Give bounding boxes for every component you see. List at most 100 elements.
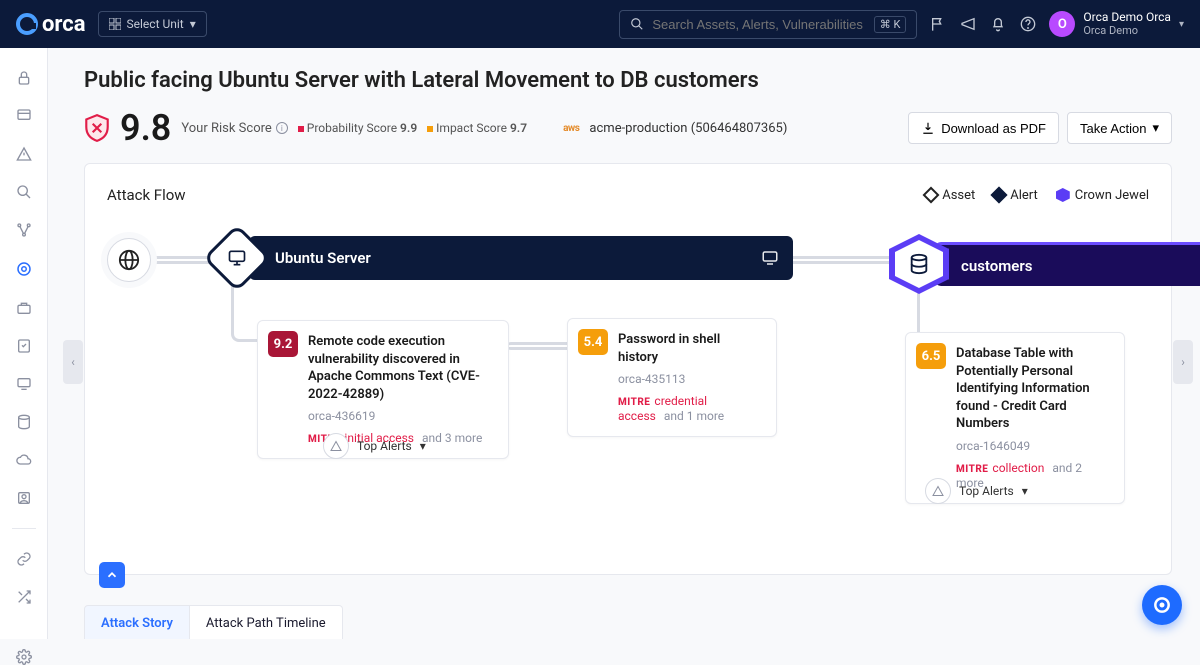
alert-card-password[interactable]: 5.4 Password in shell history orca-43511… [567, 318, 777, 437]
attack-flow-panel: ‹ › Attack Flow Asset Alert Crown Jewel [84, 163, 1172, 575]
aws-icon: aws [563, 123, 579, 134]
settings-icon[interactable] [14, 649, 34, 665]
search-input[interactable] [652, 17, 865, 32]
lock-icon[interactable] [14, 70, 34, 86]
select-unit-dropdown[interactable]: Select Unit ▾ [98, 11, 207, 37]
asset-label: Ubuntu Server [275, 249, 371, 267]
attack-path-icon[interactable] [14, 260, 34, 278]
announce-icon[interactable] [959, 15, 977, 33]
impact-value: 9.7 [510, 121, 527, 135]
user-menu[interactable]: O Orca Demo Orca Orca Demo ▾ [1049, 11, 1184, 37]
connector [787, 256, 897, 264]
cloud-icon[interactable] [14, 452, 34, 468]
asset-label: customers [961, 257, 1032, 275]
mitre-badge: MITRE [956, 464, 988, 475]
asset-node-ubuntu[interactable]: Ubuntu Server [213, 234, 793, 282]
briefcase-icon[interactable] [14, 300, 34, 316]
internet-node[interactable] [107, 238, 151, 282]
user-name: Orca Demo Orca [1083, 11, 1171, 24]
brand-text: orca [42, 12, 86, 37]
asset-legend-label: Asset [942, 188, 975, 203]
database-icon [908, 253, 930, 275]
download-pdf-label: Download as PDF [941, 121, 1046, 136]
globe-icon [118, 249, 140, 271]
account-label: acme-production (506464807365) [589, 121, 787, 136]
risk-score-label: Your Risk Score [181, 121, 271, 136]
severity-badge: 6.5 [916, 343, 946, 369]
alert-id: orca-436619 [308, 409, 494, 423]
top-alerts-toggle[interactable]: Top Alerts▾ [323, 433, 426, 459]
alert-title: Password in shell history [618, 331, 762, 366]
info-icon[interactable]: i [276, 122, 288, 134]
graph-icon[interactable] [14, 222, 34, 238]
alert-title: Database Table with Potentially Personal… [956, 345, 1110, 433]
chevron-down-icon: ▾ [190, 17, 196, 31]
logo-icon [16, 13, 38, 35]
top-header: orca Select Unit ▾ ⌘ K O Orca Demo Orca … [0, 0, 1200, 48]
logo[interactable]: orca [16, 12, 86, 37]
grid-icon [109, 18, 121, 30]
alert-id: orca-435113 [618, 372, 762, 386]
help-icon[interactable] [1019, 15, 1037, 33]
alert-legend-icon [991, 187, 1008, 204]
prob-value: 9.9 [400, 121, 417, 135]
shuffle-icon[interactable] [14, 589, 34, 605]
alert-title: Remote code execution vulnerability disc… [308, 333, 494, 403]
take-action-label: Take Action [1080, 121, 1147, 136]
flow-prev-button[interactable]: ‹ [63, 340, 83, 384]
global-search[interactable]: ⌘ K [619, 10, 917, 39]
checklist-icon[interactable] [14, 338, 34, 354]
download-icon [921, 121, 935, 135]
left-sidebar [0, 48, 48, 639]
flow-canvas: Ubuntu Server 9.2 Remote code execution … [107, 234, 1149, 534]
user-box-icon[interactable] [14, 490, 34, 506]
top-alerts-toggle[interactable]: Top Alerts▾ [925, 478, 1028, 504]
mitre-badge: MITRE [618, 397, 650, 408]
alert-triangle-icon [932, 485, 944, 497]
avatar-initial: O [1058, 17, 1067, 32]
server-icon [227, 248, 247, 268]
download-pdf-button[interactable]: Download as PDF [908, 112, 1059, 144]
panel-collapse-button[interactable] [99, 562, 125, 588]
monitor-icon[interactable] [14, 376, 34, 392]
select-unit-label: Select Unit [127, 17, 184, 31]
search-icon [630, 17, 644, 31]
flag-icon[interactable] [929, 15, 947, 33]
alert-triangle-icon[interactable] [14, 146, 34, 162]
main-content: Public facing Ubuntu Server with Lateral… [48, 48, 1200, 639]
risk-score-value: 9.8 [120, 107, 171, 149]
avatar: O [1049, 11, 1075, 37]
bell-icon[interactable] [989, 15, 1007, 33]
user-meta: Orca Demo Orca Orca Demo [1083, 11, 1171, 36]
score-row: 9.8 Your Risk Score i Probability Score … [84, 107, 1172, 149]
severity-badge: 9.2 [268, 331, 298, 357]
alert-id: orca-1646049 [956, 439, 1110, 453]
chevron-up-icon [105, 568, 119, 582]
chat-fab[interactable] [1142, 585, 1182, 625]
tab-label: Attack Story [101, 616, 173, 631]
top-alerts-label: Top Alerts [959, 484, 1014, 498]
page-title: Public facing Ubuntu Server with Lateral… [84, 68, 1172, 93]
monitor-small-icon [761, 249, 779, 267]
tab-attack-story[interactable]: Attack Story [84, 605, 190, 639]
crown-legend-icon [1056, 188, 1070, 202]
alert-triangle-icon [330, 440, 342, 452]
user-sub: Orca Demo [1083, 25, 1171, 37]
asset-legend-icon [923, 187, 940, 204]
crown-jewel-node-customers[interactable]: customers [889, 234, 1200, 294]
alert-legend-label: Alert [1010, 188, 1038, 203]
search-nav-icon[interactable] [14, 184, 34, 200]
chevron-down-icon: ▾ [1179, 19, 1184, 30]
link-icon[interactable] [14, 551, 34, 567]
tab-label: Attack Path Timeline [206, 616, 326, 631]
panel-title: Attack Flow [107, 186, 186, 204]
prob-label: Probability Score [307, 121, 397, 135]
dashboard-icon[interactable] [14, 108, 34, 124]
search-shortcut: ⌘ K [874, 16, 907, 33]
chevron-down-icon: ▾ [1152, 120, 1159, 136]
take-action-button[interactable]: Take Action ▾ [1067, 112, 1172, 144]
database-icon[interactable] [14, 414, 34, 430]
tab-attack-timeline[interactable]: Attack Path Timeline [190, 605, 343, 639]
detail-tabs: Attack Story Attack Path Timeline [84, 605, 1172, 639]
more-tactics: and 3 more [422, 431, 482, 445]
